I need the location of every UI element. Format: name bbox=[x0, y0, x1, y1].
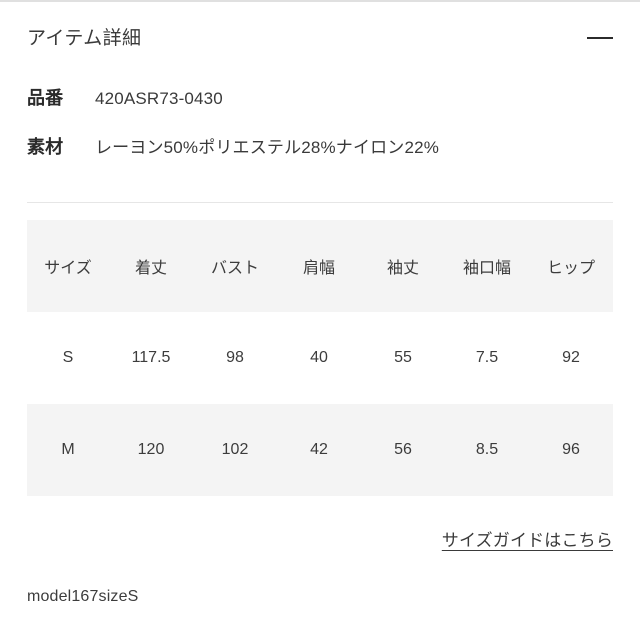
spec-value-material: レーヨン50%ポリエステル28%ナイロン22% bbox=[95, 138, 439, 157]
size-table-cell: 7.5 bbox=[445, 312, 529, 404]
size-table-cell: 8.5 bbox=[445, 404, 529, 496]
size-table-header-cell: バスト bbox=[193, 220, 277, 312]
model-note: model167sizeS bbox=[27, 588, 139, 605]
size-table-cell: 40 bbox=[277, 312, 361, 404]
page-title: アイテム詳細 bbox=[27, 27, 142, 49]
spec-value-product-code: 420ASR73-0430 bbox=[95, 89, 223, 108]
section-divider bbox=[27, 202, 613, 203]
size-table-cell: 117.5 bbox=[109, 312, 193, 404]
item-detail-accordion-header[interactable]: アイテム詳細 bbox=[0, 14, 640, 62]
size-table-header-cell: 袖口幅 bbox=[445, 220, 529, 312]
spec-row-material: 素材 レーヨン50%ポリエステル28%ナイロン22% bbox=[0, 133, 640, 182]
size-table-cell: M bbox=[27, 404, 109, 496]
size-table-header-row: サイズ 着丈 バスト 肩幅 袖丈 袖口幅 ヒップ bbox=[27, 220, 613, 312]
table-row: S 117.5 98 40 55 7.5 92 bbox=[27, 312, 613, 404]
size-table-cell: 96 bbox=[529, 404, 613, 496]
size-table-cell: 92 bbox=[529, 312, 613, 404]
spec-label-product-code: 品番 bbox=[27, 88, 64, 108]
size-table-cell: 42 bbox=[277, 404, 361, 496]
size-table-header-cell: 袖丈 bbox=[361, 220, 445, 312]
table-row: M 120 102 42 56 8.5 96 bbox=[27, 404, 613, 496]
spec-list: 品番 420ASR73-0430 素材 レーヨン50%ポリエステル28%ナイロン… bbox=[0, 84, 640, 182]
size-table-cell: S bbox=[27, 312, 109, 404]
size-guide-container: サイズガイドはこちら bbox=[0, 526, 640, 551]
item-detail-panel: アイテム詳細 品番 420ASR73-0430 素材 レーヨン50%ポリエステル… bbox=[0, 0, 640, 640]
size-table-header-cell: サイズ bbox=[27, 220, 109, 312]
size-table-header-cell: 肩幅 bbox=[277, 220, 361, 312]
size-table-cell: 102 bbox=[193, 404, 277, 496]
minus-icon[interactable] bbox=[587, 25, 613, 51]
size-table-cell: 98 bbox=[193, 312, 277, 404]
size-table-header-cell: 着丈 bbox=[109, 220, 193, 312]
size-table: サイズ 着丈 バスト 肩幅 袖丈 袖口幅 ヒップ S 117.5 98 40 5… bbox=[27, 220, 613, 496]
size-guide-link[interactable]: サイズガイドはこちら bbox=[442, 531, 613, 550]
spec-label-material: 素材 bbox=[27, 137, 64, 157]
size-table-cell: 120 bbox=[109, 404, 193, 496]
spec-row-product-code: 品番 420ASR73-0430 bbox=[0, 84, 640, 133]
size-table-cell: 55 bbox=[361, 312, 445, 404]
size-table-header-cell: ヒップ bbox=[529, 220, 613, 312]
size-table-cell: 56 bbox=[361, 404, 445, 496]
